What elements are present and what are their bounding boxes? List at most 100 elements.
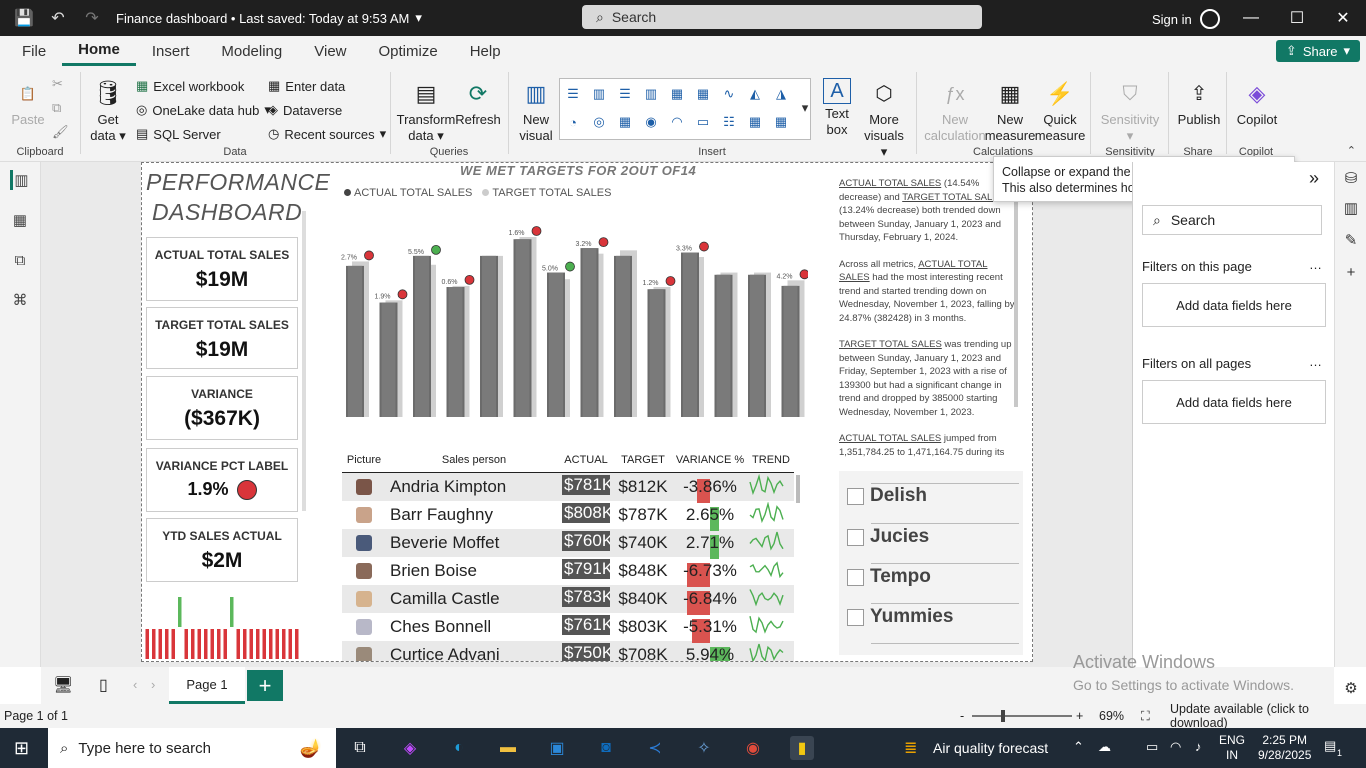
clustered-bar-icon[interactable]: ☰ — [616, 85, 634, 103]
share-button[interactable]: ⇪ Share ▾ — [1276, 40, 1360, 62]
checkbox[interactable] — [847, 487, 864, 505]
taskbar-search[interactable]: ⌕ Type here to search 🪔 — [48, 728, 336, 768]
menu-insert[interactable]: Insert — [136, 36, 206, 66]
card-icon[interactable]: ▭ — [694, 113, 712, 131]
menu-help[interactable]: Help — [454, 36, 517, 66]
stacked-area-icon[interactable]: ◮ — [772, 85, 790, 103]
matrix-icon[interactable]: ▦ — [772, 113, 790, 131]
sql-server-button[interactable]: ▤ SQL Server — [136, 126, 221, 142]
narrative-scrollbar[interactable] — [1014, 181, 1018, 407]
network-icon[interactable]: ☁ — [1098, 739, 1111, 755]
zoom-in-icon[interactable]: + — [1076, 709, 1083, 723]
more-options-icon[interactable]: … — [1309, 354, 1322, 369]
sales-column-chart[interactable]: 2.7% 1.9% 5.5% 0.6% 1.6% 5.0% 3.2% 1.2% 3.3% 4.2% — [338, 207, 808, 425]
save-icon[interactable]: 💾 — [14, 8, 34, 28]
checkbox[interactable] — [847, 568, 864, 586]
menu-modeling[interactable]: Modeling — [205, 36, 298, 66]
zoom-slider[interactable] — [972, 715, 1072, 717]
dataverse-button[interactable]: ◈ Dataverse — [268, 102, 342, 118]
report-view-icon[interactable]: ▥ — [10, 170, 30, 190]
data-pane-icon[interactable]: ⛁ — [1341, 168, 1361, 188]
slicer-item[interactable]: Jucies — [847, 526, 929, 548]
menu-home[interactable]: Home — [62, 36, 136, 66]
slicer-item[interactable]: Delish — [847, 485, 927, 507]
line-chart-icon[interactable]: ∿ — [720, 85, 738, 103]
wifi-icon[interactable]: ◠ — [1170, 739, 1181, 755]
kpi-card-actual[interactable]: ACTUAL TOTAL SALES $19M — [146, 237, 298, 301]
new-calculation-button[interactable]: ƒx New calculation — [924, 78, 986, 144]
more-options-icon[interactable]: … — [1309, 257, 1322, 272]
clustered-column-icon[interactable]: ▥ — [642, 85, 660, 103]
chevron-down-icon[interactable]: ▾ — [796, 99, 814, 117]
search-box[interactable]: ⌕ Search — [582, 5, 982, 29]
battery-icon[interactable]: ▭ — [1146, 739, 1158, 755]
undo-icon[interactable]: ↶ — [48, 8, 68, 28]
slicer-item[interactable]: Yummies — [847, 606, 953, 628]
notification-icon[interactable]: ▤ — [1324, 738, 1336, 754]
outlook-icon[interactable]: ◙ — [594, 736, 618, 760]
settings-gear-icon[interactable]: ⚙ — [1341, 678, 1361, 698]
kpi-card-ytd[interactable]: YTD SALES ACTUAL $2M — [146, 518, 298, 582]
kpi-card-variance-pct[interactable]: VARIANCE PCT LABEL 1.9% — [146, 448, 298, 512]
file-explorer-icon[interactable]: ▬ — [496, 736, 520, 760]
gauge-icon[interactable]: ◠ — [668, 113, 686, 131]
excel-workbook-button[interactable]: ▦ Excel workbook — [136, 78, 244, 94]
copilot-taskbar-icon[interactable]: ◈ — [398, 736, 422, 760]
tray-chevron-icon[interactable]: ⌃ — [1073, 739, 1084, 755]
weather-text[interactable]: Air quality forecast — [933, 740, 1048, 756]
kpi-card-variance[interactable]: VARIANCE ($367K) — [146, 376, 298, 440]
sensitivity-button[interactable]: ⛉ Sensitivity ▾ — [1098, 78, 1162, 144]
add-data-fields-page[interactable]: Add data fields here — [1142, 283, 1326, 327]
col-variance[interactable]: VARIANCE % — [672, 454, 748, 466]
edge-icon[interactable]: ◐ — [447, 736, 471, 760]
windows-start-icon[interactable]: ⊞ — [14, 738, 29, 759]
zoom-slider-thumb[interactable] — [1001, 710, 1005, 722]
zoom-out-icon[interactable]: - — [960, 709, 964, 723]
format-painter-icon[interactable]: 🖌 — [52, 124, 69, 140]
add-data-fields-all[interactable]: Add data fields here — [1142, 380, 1326, 424]
checkbox[interactable] — [847, 528, 864, 546]
table-row[interactable]: Beverie Moffet $760K $740K 2.71% — [342, 529, 794, 559]
collapse-pane-icon[interactable]: » — [1309, 168, 1319, 189]
vscode-icon[interactable]: ≺ — [643, 736, 667, 760]
stacked-bar-icon[interactable]: ☰ — [564, 85, 582, 103]
kpi-card-target[interactable]: TARGET TOTAL SALES $19M — [146, 307, 298, 369]
new-measure-button[interactable]: ▦ New measure — [985, 78, 1036, 144]
recent-sources-button[interactable]: ◷ Recent sources ▾ — [268, 126, 386, 142]
table-row[interactable]: Barr Faughny $808K $787K 2.65% — [342, 500, 794, 531]
onelake-button[interactable]: ◎ OneLake data hub ▾ — [136, 102, 271, 118]
publish-button[interactable]: ⇪ Publish — [1174, 78, 1224, 128]
kpi-scrollbar[interactable] — [302, 211, 306, 511]
next-page-icon[interactable]: › — [151, 677, 155, 692]
new-visual-button[interactable]: ▥ New visual — [516, 78, 556, 144]
pie-chart-icon[interactable]: ◔ — [564, 113, 582, 131]
col-salesperson[interactable]: Sales person — [386, 454, 558, 466]
get-data-button[interactable]: 🛢 Get data ▾ — [88, 78, 128, 144]
multirow-card-icon[interactable]: ☷ — [720, 113, 738, 131]
filter-search-input[interactable]: ⌕ Search — [1142, 205, 1322, 235]
treemap-icon[interactable]: ▦ — [616, 113, 634, 131]
smart-narrative[interactable]: ACTUAL TOTAL SALES (14.54% decrease) and… — [839, 177, 1017, 463]
chrome-icon[interactable]: ◉ — [741, 736, 765, 760]
area-chart-icon[interactable]: ◭ — [746, 85, 764, 103]
menu-view[interactable]: View — [298, 36, 362, 66]
document-title[interactable]: Finance dashboard • Last saved: Today at… — [116, 10, 422, 26]
tab-page-1[interactable]: Page 1 — [169, 667, 245, 704]
add-pane-icon[interactable]: + — [1341, 262, 1361, 282]
desktop-layout-icon[interactable]: 🖥 — [53, 675, 73, 695]
fit-to-page-icon[interactable]: ⛶ — [1141, 709, 1150, 724]
language-indicator[interactable]: ENG IN — [1219, 733, 1245, 763]
stacked-column-icon[interactable]: ▥ — [590, 85, 608, 103]
refresh-button[interactable]: ⟳ Refresh — [455, 78, 501, 128]
maximize-icon[interactable]: ☐ — [1274, 0, 1320, 36]
dax-query-icon[interactable]: ⌘ — [10, 290, 30, 310]
donut-chart-icon[interactable]: ◎ — [590, 113, 608, 131]
slicer-item[interactable]: Tempo — [847, 566, 931, 588]
redo-icon[interactable]: ↷ — [82, 8, 102, 28]
quick-measure-button[interactable]: ⚡ Quick measure — [1035, 78, 1086, 144]
update-available-link[interactable]: Update available (click to download) — [1170, 702, 1366, 730]
sign-in[interactable]: Sign in — [1152, 9, 1220, 29]
copilot-button[interactable]: ◈ Copilot — [1232, 78, 1282, 128]
col-actual[interactable]: ACTUAL — [558, 454, 614, 466]
copy-icon[interactable]: ⧉ — [52, 100, 61, 116]
